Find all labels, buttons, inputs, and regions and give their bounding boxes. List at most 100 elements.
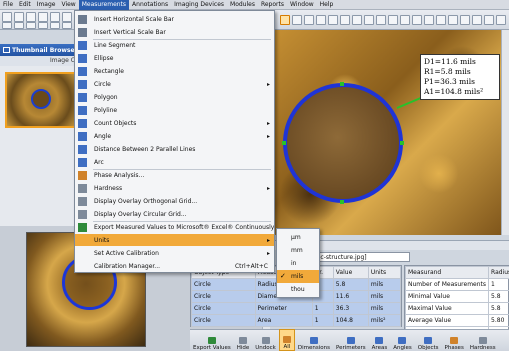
main-image-scrollbar[interactable] (501, 30, 509, 235)
unit-option-in[interactable]: in (277, 257, 319, 270)
circle-measurement-overlay[interactable] (283, 83, 403, 203)
menu-item-rectangle[interactable]: Rectangle (75, 65, 274, 77)
perimeters-button[interactable]: Perimeters (333, 329, 369, 351)
toolbar-button[interactable] (496, 15, 506, 25)
menubar-file[interactable]: File (0, 0, 16, 10)
menu-item-count-objects[interactable]: Count Objects ▸ (75, 117, 274, 129)
toolbar-button[interactable] (26, 12, 36, 22)
toolbar-button[interactable] (292, 15, 302, 25)
toolbar-button[interactable] (472, 15, 482, 25)
toolbar-button[interactable] (280, 15, 290, 25)
circle-handle-left[interactable] (282, 141, 286, 145)
menubar-window[interactable]: Window (287, 0, 317, 10)
button-label: All (283, 344, 291, 350)
areas-button[interactable]: Areas (369, 329, 391, 351)
toolbar-button[interactable] (448, 15, 458, 25)
menu-item-ellipse[interactable]: Ellipse (75, 52, 274, 64)
toolbar-button[interactable] (2, 22, 12, 29)
menu-item-export-measured-values-to-microsoft-excel-continuously[interactable]: Export Measured Values to Microsoft® Exc… (75, 221, 274, 233)
toolbar-button[interactable] (484, 15, 494, 25)
objects-button[interactable]: Objects (415, 329, 442, 351)
menubar-image[interactable]: Image (34, 0, 59, 10)
table-header-value[interactable]: Value (332, 266, 369, 279)
undock-button[interactable]: Undock (252, 329, 279, 351)
hide-button[interactable]: Hide (234, 329, 253, 351)
menubar-reports[interactable]: Reports (258, 0, 287, 10)
menu-item-display-overlay-circular-grid[interactable]: Display Overlay Circular Grid... (75, 208, 274, 220)
all-button[interactable]: All (278, 329, 295, 351)
menu-item-display-overlay-orthogonal-grid[interactable]: Display Overlay Orthogonal Grid... (75, 195, 274, 207)
table-header-units[interactable]: Units (367, 266, 402, 279)
toolbar-button[interactable] (352, 15, 362, 25)
menu-item-phase-analysis[interactable]: Phase Analysis... (75, 169, 274, 181)
toolbar-button[interactable] (424, 15, 434, 25)
unit-option-thou[interactable]: thou (277, 283, 319, 296)
toolbar-button[interactable] (388, 15, 398, 25)
toolbar-button[interactable] (62, 12, 72, 22)
table-row[interactable]: Circle Area 1 104.8 mils² (191, 314, 402, 327)
stats-cell: Maximal Value (404, 302, 490, 315)
toolbar-button[interactable] (460, 15, 470, 25)
toolbar-button[interactable] (340, 15, 350, 25)
menu-item-units[interactable]: Units ▸ (75, 234, 274, 246)
dimensions-button[interactable]: Dimensions (295, 329, 333, 351)
toolbar-button[interactable] (328, 15, 338, 25)
menu-item-set-active-calibration[interactable]: Set Active Calibration ▸ (75, 247, 274, 259)
circle-handle-top[interactable] (340, 82, 344, 86)
menubar-modules[interactable]: Modules (227, 0, 258, 10)
toolbar-button[interactable] (376, 15, 386, 25)
table-row[interactable]: Circle Perimeter 1 36.3 mils (191, 302, 402, 315)
table-cell: Circle (191, 290, 256, 303)
menubar-edit[interactable]: Edit (16, 0, 34, 10)
menu-item-polyline[interactable]: Polyline (75, 104, 274, 116)
toolbar-button[interactable] (38, 12, 48, 22)
menubar-imaging-devices[interactable]: Imaging Devices (171, 0, 227, 10)
toolbar-button[interactable] (38, 22, 48, 29)
toolbar-button[interactable] (412, 15, 422, 25)
menu-item-insert-vertical-scale-bar[interactable]: Insert Vertical Scale Bar (75, 26, 274, 38)
stats-header-measurand: Measurand (404, 266, 490, 279)
toolbar-button[interactable] (436, 15, 446, 25)
menu-item-line-segment[interactable]: Line Segment (75, 39, 274, 51)
stats-row: Maximal Value 5.8 (404, 302, 509, 315)
unit-option-mils[interactable]: ✓ mils (277, 270, 319, 283)
toolbar-button[interactable] (50, 12, 60, 22)
unit-option-m[interactable]: µm (277, 231, 319, 244)
menubar-annotations[interactable]: Annotations (129, 0, 171, 10)
angles-button[interactable]: Angles (390, 329, 415, 351)
toolbar-button[interactable] (14, 22, 24, 29)
file-tab[interactable]: ...ic-structure.jpg] (310, 252, 410, 262)
toolbar-button[interactable] (304, 15, 314, 25)
menubar-view[interactable]: View (58, 0, 78, 10)
units-submenu: µm mm in ✓ mils thou (276, 228, 320, 298)
unit-option-mm[interactable]: mm (277, 244, 319, 257)
circle-handle-bottom[interactable] (340, 200, 344, 204)
menu-item-angle[interactable]: Angle ▸ (75, 130, 274, 142)
toolbar-button[interactable] (364, 15, 374, 25)
phases-button[interactable]: Phases (442, 329, 467, 351)
menu-item-hardness[interactable]: Hardness ▸ (75, 182, 274, 194)
toolbar-button[interactable] (400, 15, 410, 25)
menu-item-calibration-manager[interactable]: Calibration Manager... Ctrl+Alt+C (75, 260, 274, 272)
statistics-table[interactable]: MeasurandRadius Number of Measurements1M… (404, 265, 509, 339)
toolbar-button[interactable] (26, 22, 36, 29)
menubar-help[interactable]: Help (317, 0, 337, 10)
thumbnail-browser-header[interactable]: Thumbnail Browser (0, 44, 80, 56)
menu-item-label: Angle (94, 132, 112, 140)
toolbar-button[interactable] (50, 22, 60, 29)
hardness-button[interactable]: Hardness (467, 329, 499, 351)
menubar-measurements[interactable]: Measurements (78, 0, 130, 10)
toolbar-button[interactable] (2, 12, 12, 22)
menu-item-circle[interactable]: Circle ▸ (75, 78, 274, 90)
menu-item-distance-between-2-parallel-lines[interactable]: Distance Between 2 Parallel Lines (75, 143, 274, 155)
menu-item-arc[interactable]: Arc (75, 156, 274, 168)
measurement-callout[interactable]: D1=11.6 mils R1=5.8 mils P1=36.3 mils A1… (420, 54, 500, 100)
toolbar-button[interactable] (316, 15, 326, 25)
toolbar-button[interactable] (14, 12, 24, 22)
circle-handle-right[interactable] (400, 141, 404, 145)
menu-item-insert-horizontal-scale-bar[interactable]: Insert Horizontal Scale Bar (75, 13, 274, 25)
export-values-button[interactable]: Export Values (190, 329, 234, 351)
menu-item-polygon[interactable]: Polygon (75, 91, 274, 103)
toolbar-button[interactable] (62, 22, 72, 29)
menu-item-icon (78, 14, 87, 24)
